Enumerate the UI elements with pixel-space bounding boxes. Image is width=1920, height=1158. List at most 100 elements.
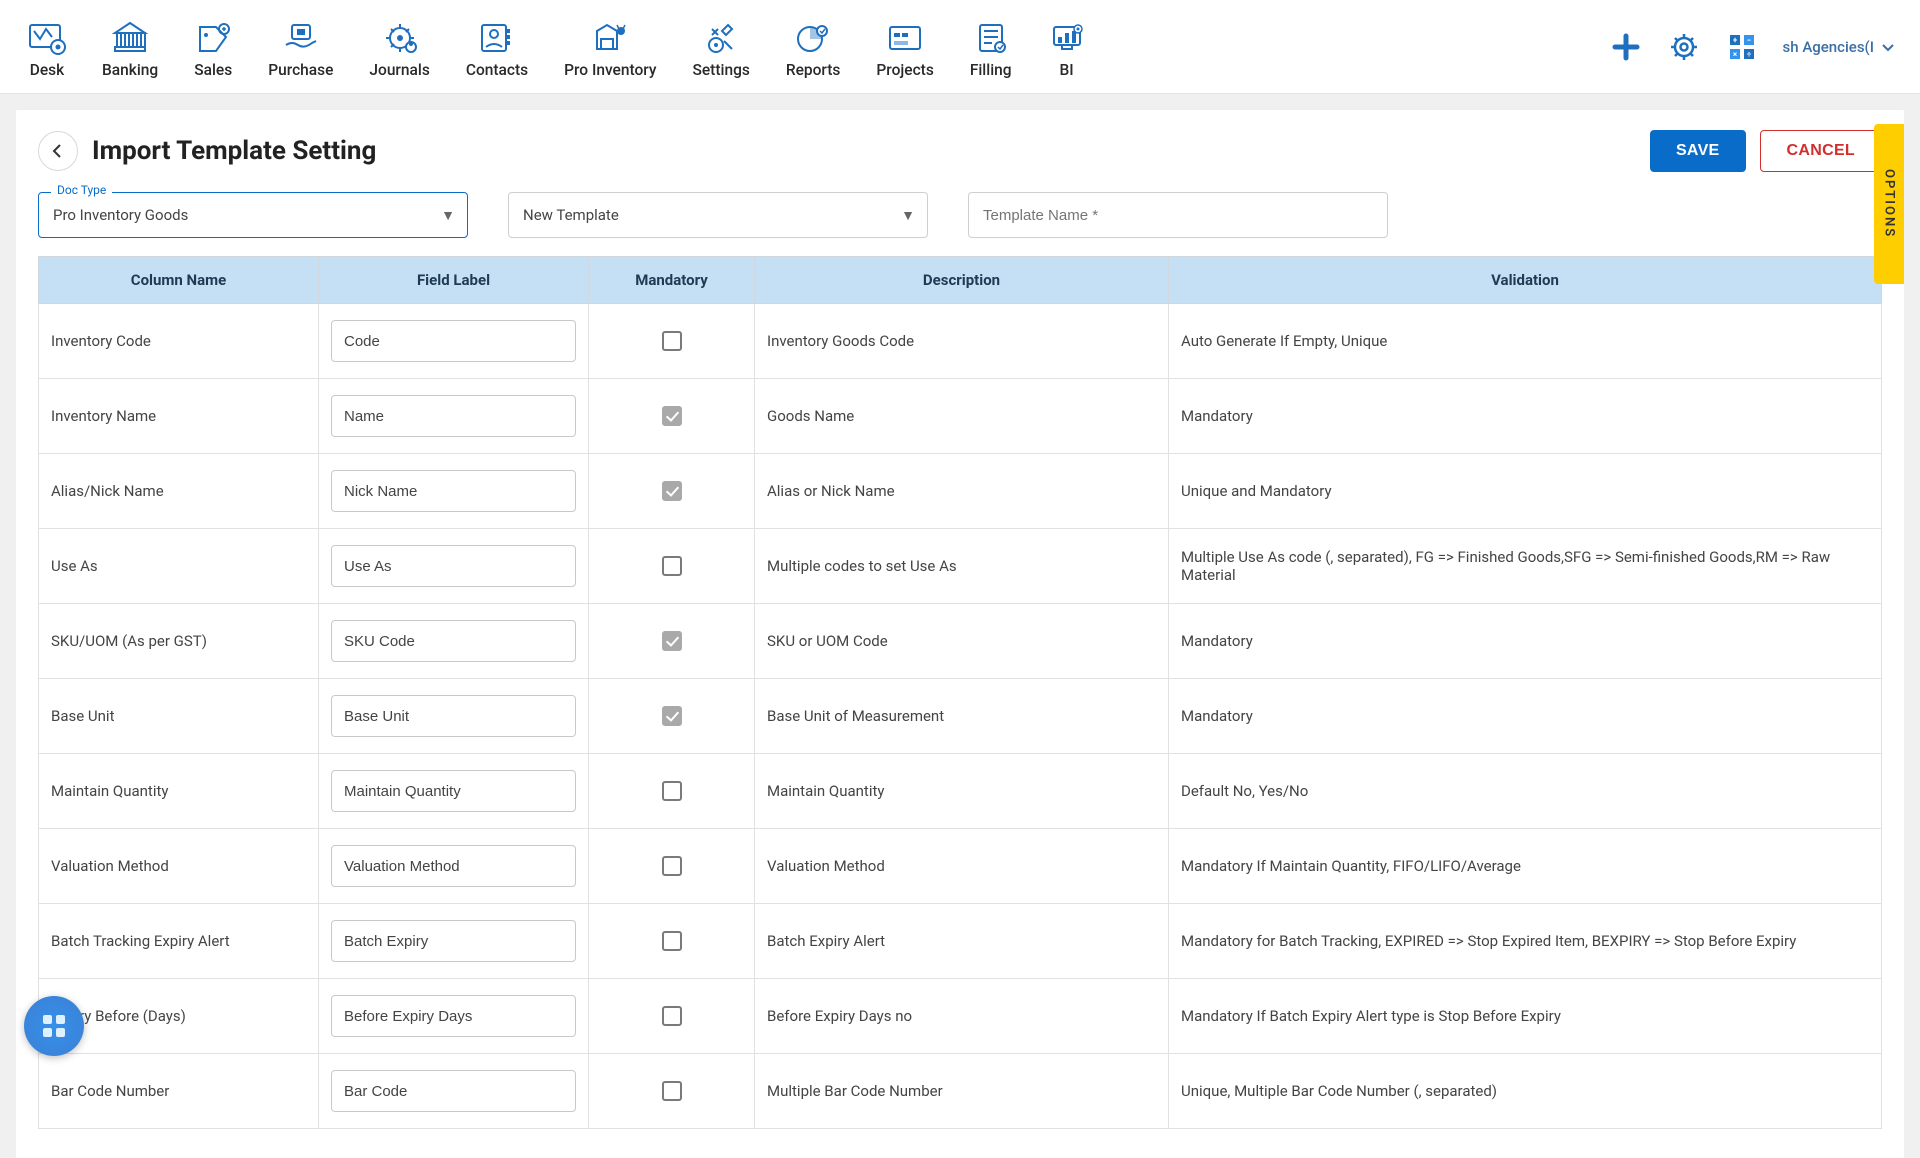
nav-left: Desk Banking Sales Purchase Journals bbox=[10, 9, 1104, 85]
nav-label: Contacts bbox=[466, 61, 528, 79]
cell-validation: Mandatory bbox=[1169, 679, 1882, 754]
th-mandatory: Mandatory bbox=[589, 257, 755, 304]
options-rail[interactable]: OPTIONS bbox=[1874, 124, 1904, 284]
nav-label: Reports bbox=[786, 61, 841, 79]
nav-item-contacts[interactable]: Contacts bbox=[448, 9, 546, 85]
mandatory-checkbox[interactable] bbox=[662, 931, 682, 951]
nav-item-purchase[interactable]: Purchase bbox=[250, 9, 351, 85]
back-button[interactable] bbox=[38, 131, 78, 171]
filling-icon bbox=[972, 19, 1010, 57]
mandatory-checkbox[interactable] bbox=[662, 481, 682, 501]
mandatory-checkbox[interactable] bbox=[662, 406, 682, 426]
mandatory-checkbox[interactable] bbox=[662, 631, 682, 651]
nav-item-reports[interactable]: Reports bbox=[768, 9, 859, 85]
tenant-name: sh Agencies(I bbox=[1783, 38, 1874, 56]
cell-column-name: Bar Code Number bbox=[39, 1054, 319, 1129]
nav-label: Projects bbox=[876, 61, 933, 79]
save-button[interactable]: SAVE bbox=[1650, 130, 1746, 172]
nav-item-settings[interactable]: Settings bbox=[674, 9, 767, 85]
field-label-input[interactable] bbox=[331, 995, 576, 1037]
chevron-left-icon bbox=[50, 143, 66, 159]
mandatory-checkbox[interactable] bbox=[662, 1006, 682, 1026]
cell-mandatory bbox=[589, 679, 755, 754]
table-row: Maintain QuantityMaintain QuantityDefaul… bbox=[39, 754, 1882, 829]
table-wrap: Column Name Field Label Mandatory Descri… bbox=[16, 256, 1904, 1151]
template-name-input[interactable] bbox=[969, 207, 1387, 224]
template-name-field[interactable] bbox=[968, 192, 1388, 238]
bi-icon bbox=[1048, 19, 1086, 57]
field-label-input[interactable] bbox=[331, 770, 576, 812]
field-label-input[interactable] bbox=[331, 920, 576, 962]
cell-validation: Unique and Mandatory bbox=[1169, 454, 1882, 529]
cell-column-name: Inventory Name bbox=[39, 379, 319, 454]
cell-description: Alias or Nick Name bbox=[755, 454, 1169, 529]
table-row: Batch Tracking Expiry AlertBatch Expiry … bbox=[39, 904, 1882, 979]
cell-column-name: Batch Tracking Expiry Alert bbox=[39, 904, 319, 979]
cell-field-label bbox=[319, 979, 589, 1054]
cell-validation: Mandatory bbox=[1169, 379, 1882, 454]
field-label-input[interactable] bbox=[331, 320, 576, 362]
table-row: Use AsMultiple codes to set Use AsMultip… bbox=[39, 529, 1882, 604]
nav-label: Filling bbox=[970, 61, 1012, 79]
nav-item-projects[interactable]: Projects bbox=[858, 9, 951, 85]
cell-validation: Default No, Yes/No bbox=[1169, 754, 1882, 829]
cell-description: Multiple codes to set Use As bbox=[755, 529, 1169, 604]
cell-mandatory bbox=[589, 529, 755, 604]
apps-fab[interactable] bbox=[24, 996, 84, 1056]
field-label-input[interactable] bbox=[331, 695, 576, 737]
table-row: Base UnitBase Unit of MeasurementMandato… bbox=[39, 679, 1882, 754]
field-label-input[interactable] bbox=[331, 545, 576, 587]
cell-column-name: Use As bbox=[39, 529, 319, 604]
th-column-name: Column Name bbox=[39, 257, 319, 304]
table-row: Valuation MethodValuation MethodMandator… bbox=[39, 829, 1882, 904]
calculator-icon[interactable]: +−×÷ bbox=[1725, 30, 1759, 64]
cell-mandatory bbox=[589, 829, 755, 904]
mandatory-checkbox[interactable] bbox=[662, 856, 682, 876]
cancel-button[interactable]: CANCEL bbox=[1760, 130, 1882, 172]
cell-column-name: Inventory Code bbox=[39, 304, 319, 379]
page-title: Import Template Setting bbox=[92, 136, 376, 166]
nav-item-filling[interactable]: Filling bbox=[952, 9, 1030, 85]
cell-field-label bbox=[319, 904, 589, 979]
nav-label: Purchase bbox=[268, 61, 333, 79]
cell-mandatory bbox=[589, 754, 755, 829]
nav-item-desk[interactable]: Desk bbox=[10, 9, 84, 85]
table-row: SKU/UOM (As per GST)SKU or UOM CodeManda… bbox=[39, 604, 1882, 679]
caret-down-icon: ▼ bbox=[901, 207, 927, 224]
nav-item-journals[interactable]: Journals bbox=[351, 9, 447, 85]
nav-label: Journals bbox=[369, 61, 429, 79]
proinventory-icon bbox=[591, 19, 629, 57]
projects-icon bbox=[886, 19, 924, 57]
field-label-input[interactable] bbox=[331, 620, 576, 662]
mandatory-checkbox[interactable] bbox=[662, 706, 682, 726]
field-label-input[interactable] bbox=[331, 395, 576, 437]
mandatory-checkbox[interactable] bbox=[662, 781, 682, 801]
cell-mandatory bbox=[589, 454, 755, 529]
mandatory-checkbox[interactable] bbox=[662, 331, 682, 351]
cell-description: Base Unit of Measurement bbox=[755, 679, 1169, 754]
nav-item-sales[interactable]: Sales bbox=[176, 9, 250, 85]
nav-item-bi[interactable]: BI bbox=[1030, 9, 1104, 85]
mandatory-checkbox[interactable] bbox=[662, 1081, 682, 1101]
nav-item-banking[interactable]: Banking bbox=[84, 9, 176, 85]
mandatory-checkbox[interactable] bbox=[662, 556, 682, 576]
template-select[interactable]: New Template ▼ bbox=[508, 192, 928, 238]
doc-type-label: Doc Type bbox=[51, 183, 112, 197]
cell-mandatory bbox=[589, 604, 755, 679]
cell-description: Goods Name bbox=[755, 379, 1169, 454]
field-label-input[interactable] bbox=[331, 470, 576, 512]
tenant-selector[interactable]: sh Agencies(I bbox=[1783, 38, 1896, 56]
table-row: Inventory CodeInventory Goods CodeAuto G… bbox=[39, 304, 1882, 379]
nav-item-proinventory[interactable]: Pro Inventory bbox=[546, 9, 674, 85]
form-row: Doc Type Pro Inventory Goods ▼ New Templ… bbox=[16, 184, 1904, 256]
field-label-input[interactable] bbox=[331, 845, 576, 887]
table-header-row: Column Name Field Label Mandatory Descri… bbox=[39, 257, 1882, 304]
cell-mandatory bbox=[589, 304, 755, 379]
svg-text:−: − bbox=[1746, 36, 1750, 45]
field-label-input[interactable] bbox=[331, 1070, 576, 1112]
cell-field-label bbox=[319, 754, 589, 829]
add-icon[interactable] bbox=[1609, 30, 1643, 64]
cell-description: Valuation Method bbox=[755, 829, 1169, 904]
gear-icon[interactable] bbox=[1667, 30, 1701, 64]
doc-type-select[interactable]: Doc Type Pro Inventory Goods ▼ bbox=[38, 192, 468, 238]
